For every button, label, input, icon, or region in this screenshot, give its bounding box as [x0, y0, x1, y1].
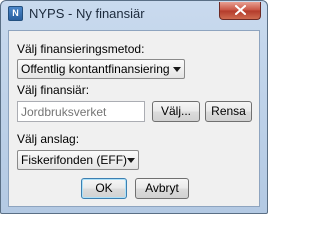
- clear-financier-button[interactable]: Rensa: [205, 101, 252, 122]
- financier-input[interactable]: [17, 101, 145, 122]
- close-icon: [235, 5, 246, 15]
- grant-label: Välj anslag:: [17, 132, 80, 146]
- method-select[interactable]: Offentlig kontantfinansiering: [17, 59, 185, 79]
- window-title: NYPS - Ny finansiär: [29, 6, 145, 21]
- dialog-window: N NYPS - Ny finansiär Välj finansierings…: [0, 0, 268, 214]
- choose-financier-button[interactable]: Välj...: [152, 101, 200, 122]
- method-select-value: Offentlig kontantfinansiering: [21, 62, 170, 76]
- financier-label: Välj finansiär:: [17, 83, 90, 97]
- chevron-down-icon: [127, 158, 135, 163]
- chevron-down-icon: [173, 67, 181, 72]
- method-label: Välj finansieringsmetod:: [17, 42, 145, 56]
- close-button[interactable]: [219, 2, 261, 20]
- app-icon: N: [8, 6, 23, 21]
- ok-button[interactable]: OK: [81, 178, 127, 199]
- grant-select-value: Fiskerifonden (EFF): [21, 153, 128, 167]
- title-bar[interactable]: N NYPS - Ny finansiär: [1, 1, 267, 27]
- grant-select[interactable]: Fiskerifonden (EFF): [17, 150, 139, 170]
- cancel-button[interactable]: Avbryt: [135, 178, 189, 199]
- dialog-content: Välj finansieringsmetod: Offentlig konta…: [8, 30, 260, 207]
